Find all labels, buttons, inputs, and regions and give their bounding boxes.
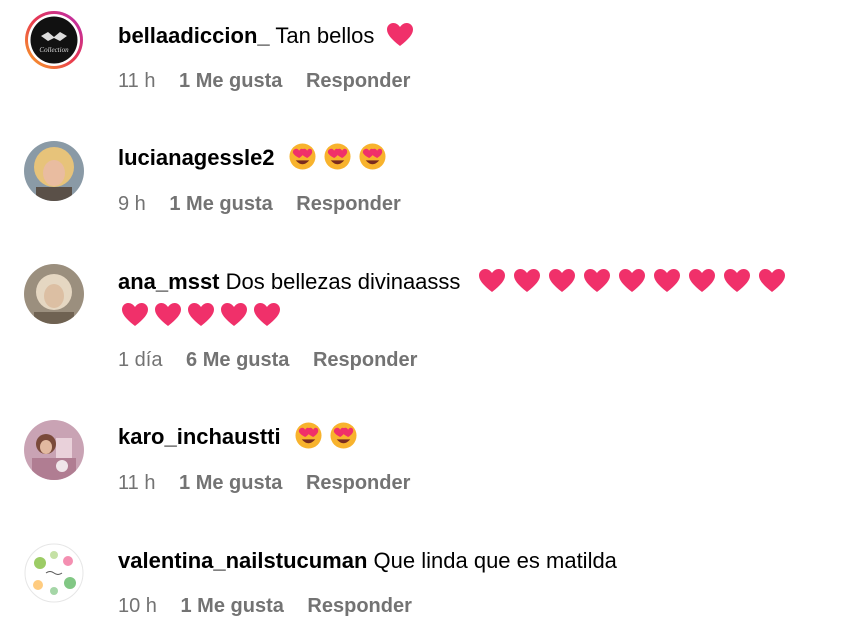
comment-meta: 11 h 1 Me gusta Responder [118, 469, 428, 497]
heart-eyes-emoji-icon [330, 422, 357, 449]
avatar[interactable]: Collection [24, 10, 84, 70]
avatar[interactable] [24, 264, 84, 324]
comment-username[interactable]: valentina_nailstucuman [118, 548, 367, 573]
comment-meta: 11 h 1 Me gusta Responder [118, 67, 428, 95]
comment-line: ana_msst Dos bellezas divinaasss [118, 264, 785, 300]
heart-eyes-emoji-icon [295, 422, 322, 449]
likes-count[interactable]: 1 Me gusta [181, 595, 284, 617]
red-heart-icon [513, 269, 540, 293]
avatar[interactable] [24, 141, 84, 201]
comment-line: bellaadiccion_ Tan bellos [118, 18, 413, 54]
heart-eyes-emoji-icon [324, 143, 351, 170]
likes-count[interactable]: 1 Me gusta [169, 193, 272, 215]
comment-line-continuation [122, 298, 287, 334]
red-heart-icon [122, 303, 148, 327]
comment-username[interactable]: lucianagessle2 [118, 145, 275, 170]
likes-count[interactable]: 1 Me gusta [179, 70, 282, 92]
avatar[interactable] [24, 543, 84, 603]
comment-meta: 1 día 6 Me gusta Responder [118, 346, 435, 374]
red-heart-icon [688, 269, 715, 293]
red-heart-icon [155, 303, 181, 327]
reply-button[interactable]: Responder [306, 472, 410, 494]
comment-time: 11 h [118, 472, 156, 494]
comment-meta: 9 h 1 Me gusta Responder [118, 190, 419, 218]
comment-line: lucianagessle2 [118, 140, 386, 176]
comment-username[interactable]: karo_inchaustti [118, 424, 281, 449]
red-heart-icon [386, 23, 413, 47]
comment-line: karo_inchaustti [118, 419, 357, 455]
red-heart-icon [548, 269, 575, 293]
red-heart-icon [254, 303, 280, 327]
comment-time: 11 h [118, 70, 156, 92]
reply-button[interactable]: Responder [306, 70, 410, 92]
red-heart-icon [221, 303, 247, 327]
comment-time: 1 día [118, 349, 163, 371]
comment-username[interactable]: bellaadiccion_ [118, 23, 270, 48]
avatar[interactable] [24, 420, 84, 480]
red-heart-icon [478, 269, 505, 293]
comment-text: Tan bellos [275, 23, 375, 48]
svg-text:Collection: Collection [39, 46, 69, 54]
heart-eyes-emoji-icon [289, 143, 316, 170]
red-heart-icon [758, 269, 785, 293]
comment-line: valentina_nailstucuman Que linda que es … [118, 543, 617, 579]
reply-button[interactable]: Responder [313, 349, 417, 371]
comment-time: 10 h [118, 595, 157, 617]
likes-count[interactable]: 1 Me gusta [179, 472, 282, 494]
red-heart-icon [723, 269, 750, 293]
likes-count[interactable]: 6 Me gusta [186, 349, 289, 371]
reply-button[interactable]: Responder [307, 595, 411, 617]
red-heart-icon [618, 269, 645, 293]
heart-eyes-emoji-icon [359, 143, 386, 170]
red-heart-icon [653, 269, 680, 293]
comment-time: 9 h [118, 193, 146, 215]
comment-meta: 10 h 1 Me gusta Responder [118, 592, 430, 620]
red-heart-icon [583, 269, 610, 293]
comment-username[interactable]: ana_msst [118, 269, 220, 294]
red-heart-icon [188, 303, 214, 327]
comment-text: Que linda que es matilda [373, 548, 617, 573]
comment-text: Dos bellezas divinaasss [225, 269, 461, 294]
reply-button[interactable]: Responder [296, 193, 400, 215]
